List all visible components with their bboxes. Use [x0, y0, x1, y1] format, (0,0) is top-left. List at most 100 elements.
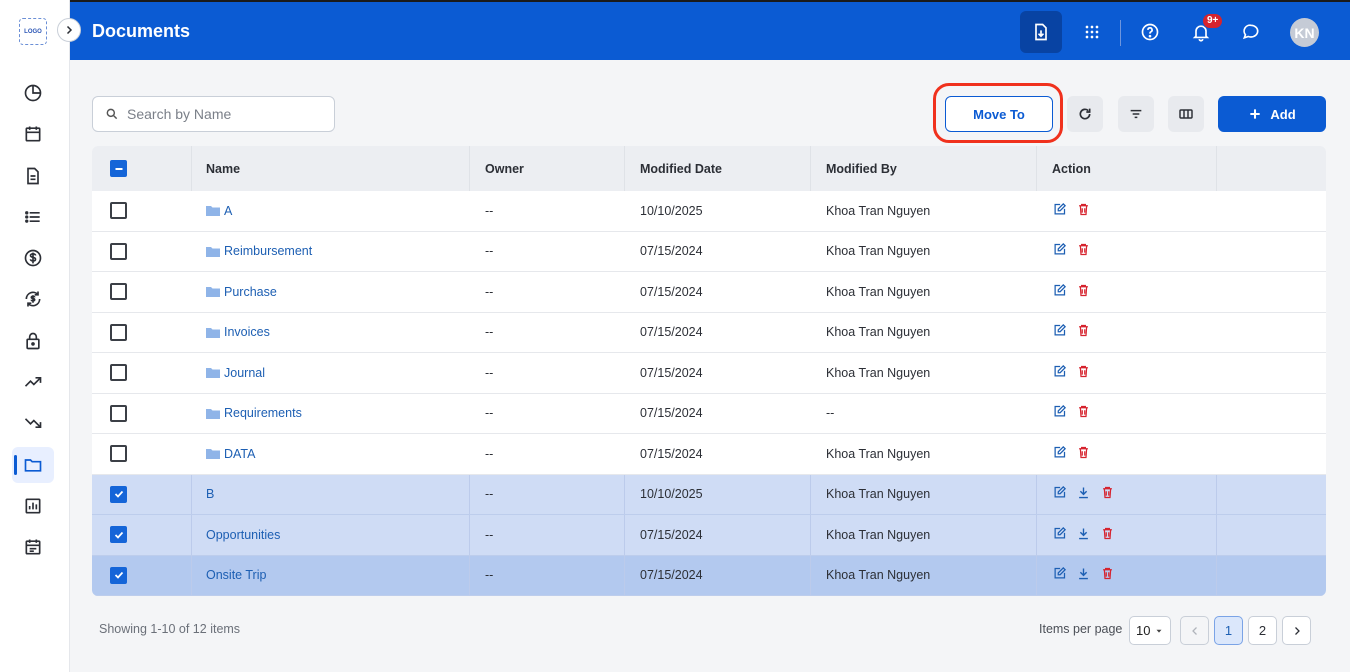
table-row[interactable]: A -- 10/10/2025 Khoa Tran Nguyen — [92, 191, 1326, 232]
row-checkbox[interactable] — [110, 445, 127, 463]
folder-icon — [206, 206, 220, 217]
row-checkbox[interactable] — [110, 283, 127, 301]
folder-icon — [206, 408, 220, 419]
sidebar-item-security[interactable] — [12, 323, 54, 359]
row-checkbox[interactable] — [110, 242, 127, 260]
table-row[interactable]: Opportunities -- 07/15/2024 Khoa Tran Nguye… — [92, 515, 1326, 556]
table-row[interactable]: Reimbursement -- 07/15/2024 Khoa Tran Nguye… — [92, 232, 1326, 272]
user-avatar[interactable]: KN — [1290, 18, 1319, 47]
checkmark-icon — [114, 572, 123, 580]
page-2-button[interactable]: 2 — [1248, 616, 1277, 645]
row-select-cell — [92, 434, 192, 474]
document-name-link[interactable]: DATA — [224, 447, 255, 461]
table-row[interactable]: Onsite Trip -- 07/15/2024 Khoa Tran Nguyen — [92, 555, 1326, 596]
row-checkbox[interactable] — [110, 485, 127, 503]
next-page-button[interactable] — [1282, 616, 1311, 645]
page-1-button[interactable]: 1 — [1214, 616, 1243, 645]
document-name-link[interactable]: Opportunities — [206, 528, 280, 542]
sidebar-item-list[interactable] — [12, 199, 54, 235]
apps-button[interactable] — [1071, 11, 1113, 53]
notifications-button[interactable]: 9+ — [1180, 11, 1224, 53]
edit-button[interactable] — [1052, 323, 1067, 341]
items-per-page-select[interactable]: 10 — [1129, 616, 1171, 645]
add-button[interactable]: Add — [1218, 96, 1326, 132]
document-name-link[interactable]: Journal — [224, 366, 265, 380]
table-row[interactable]: Journal -- 07/15/2024 Khoa Tran Nguyen — [92, 353, 1326, 394]
row-name-cell: Journal — [192, 353, 470, 393]
delete-button[interactable] — [1100, 526, 1115, 544]
delete-button[interactable] — [1076, 404, 1091, 422]
row-checkbox[interactable] — [110, 526, 127, 544]
document-name-link[interactable]: Reimbursement — [224, 244, 312, 258]
edit-button[interactable] — [1052, 445, 1067, 463]
sidebar-item-events[interactable] — [12, 529, 54, 565]
app-logo[interactable]: LOGO — [19, 18, 47, 45]
sidebar-expand-button[interactable] — [57, 18, 81, 42]
table-row[interactable]: Invoices -- 07/15/2024 Khoa Tran Nguyen — [92, 313, 1326, 353]
document-name-link[interactable]: Onsite Trip — [206, 568, 266, 582]
prev-page-button[interactable] — [1180, 616, 1209, 645]
edit-button[interactable] — [1052, 242, 1067, 260]
sidebar-item-documents[interactable] — [12, 158, 54, 194]
download-button[interactable] — [1076, 526, 1091, 544]
help-button[interactable] — [1129, 11, 1171, 53]
delete-button[interactable] — [1100, 485, 1115, 503]
document-name-link[interactable]: Purchase — [224, 285, 277, 299]
sidebar-item-dashboard[interactable] — [12, 75, 54, 111]
search-field[interactable] — [92, 96, 335, 132]
table-row[interactable]: B -- 10/10/2025 Khoa Tran Nguyen — [92, 474, 1326, 515]
download-icon — [1079, 528, 1088, 539]
row-name-cell: Opportunities — [192, 515, 470, 555]
chat-button[interactable] — [1230, 11, 1272, 53]
download-document-button[interactable] — [1020, 11, 1062, 53]
move-to-button[interactable]: Move To — [945, 96, 1053, 132]
row-name-cell: Reimbursement — [192, 232, 470, 272]
table-row[interactable]: Purchase -- 07/15/2024 Khoa Tran Nguyen — [92, 272, 1326, 313]
column-header-modified-date[interactable]: Modified Date — [625, 146, 811, 191]
sidebar-item-calendar[interactable] — [12, 116, 54, 152]
select-all-checkbox[interactable] — [110, 160, 127, 177]
edit-icon — [1054, 243, 1067, 255]
sidebar-item-expense[interactable] — [12, 405, 54, 441]
filter-button[interactable] — [1118, 96, 1154, 132]
table-row[interactable]: DATA -- 07/15/2024 Khoa Tran Nguyen — [92, 434, 1326, 475]
edit-button[interactable] — [1052, 404, 1067, 422]
delete-button[interactable] — [1076, 202, 1091, 220]
delete-button[interactable] — [1076, 242, 1091, 260]
edit-button[interactable] — [1052, 485, 1067, 503]
row-checkbox[interactable] — [110, 364, 127, 382]
download-button[interactable] — [1076, 566, 1091, 584]
refresh-button[interactable] — [1067, 96, 1103, 132]
edit-button[interactable] — [1052, 202, 1067, 220]
document-name-link[interactable]: B — [206, 487, 214, 501]
edit-button[interactable] — [1052, 364, 1067, 382]
column-header-owner[interactable]: Owner — [470, 146, 625, 191]
delete-button[interactable] — [1076, 445, 1091, 463]
columns-button[interactable] — [1168, 96, 1204, 132]
currency-exchange-icon — [25, 291, 41, 307]
document-name-link[interactable]: Invoices — [224, 325, 270, 339]
edit-button[interactable] — [1052, 566, 1067, 584]
delete-button[interactable] — [1076, 364, 1091, 382]
sidebar-item-income[interactable] — [12, 364, 54, 400]
sidebar-item-folders[interactable] — [12, 446, 54, 483]
sidebar-item-exchange[interactable] — [12, 281, 54, 317]
edit-button[interactable] — [1052, 283, 1067, 301]
row-checkbox[interactable] — [110, 323, 127, 341]
column-header-name[interactable]: Name — [192, 146, 470, 191]
sidebar-item-reports[interactable] — [12, 488, 54, 524]
edit-button[interactable] — [1052, 526, 1067, 544]
search-input[interactable] — [127, 106, 317, 122]
delete-button[interactable] — [1076, 323, 1091, 341]
table-row[interactable]: Requirements -- 07/15/2024 -- — [92, 394, 1326, 434]
column-header-modified-by[interactable]: Modified By — [811, 146, 1037, 191]
row-checkbox[interactable] — [110, 566, 127, 584]
sidebar-item-finance[interactable] — [12, 240, 54, 276]
download-button[interactable] — [1076, 485, 1091, 503]
document-name-link[interactable]: A — [224, 204, 232, 218]
row-checkbox[interactable] — [110, 202, 127, 220]
delete-button[interactable] — [1076, 283, 1091, 301]
delete-button[interactable] — [1100, 566, 1115, 584]
document-name-link[interactable]: Requirements — [224, 406, 302, 420]
row-checkbox[interactable] — [110, 404, 127, 422]
